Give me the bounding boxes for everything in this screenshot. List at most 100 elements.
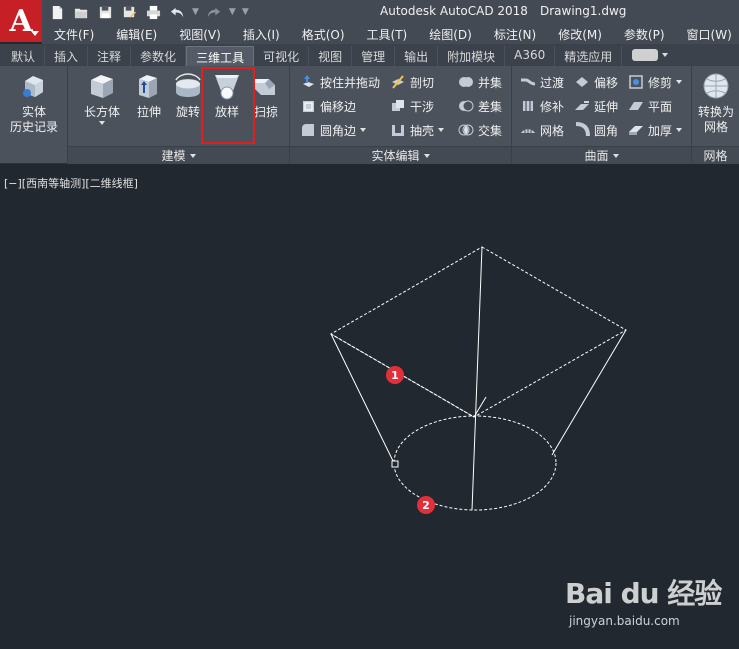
surface-extend-button[interactable]: 延伸 bbox=[574, 96, 618, 116]
tab-featured-apps[interactable]: 精选应用 bbox=[555, 46, 623, 66]
panel-solid-editing: 按住并拖动 偏移边 圆角边 剖切 干涉 抽壳 并集 差集 交集 实体编辑 bbox=[290, 66, 512, 164]
tab-annotate[interactable]: 注释 bbox=[88, 46, 132, 66]
marker-1: 1 bbox=[386, 366, 404, 384]
new-file-icon[interactable] bbox=[48, 3, 66, 21]
solid-editing-panel-label: 实体编辑 bbox=[371, 149, 420, 163]
mesh-panel-label: 网格 bbox=[703, 149, 728, 163]
intersect-button[interactable]: 交集 bbox=[458, 120, 502, 140]
chevron-down-icon[interactable] bbox=[99, 121, 105, 125]
menu-file[interactable]: 文件(F) bbox=[42, 26, 104, 43]
fillet-icon bbox=[574, 122, 590, 138]
application-menu-button[interactable]: A bbox=[0, 0, 42, 42]
open-folder-icon[interactable] bbox=[72, 3, 90, 21]
revolve-button[interactable]: 旋转 bbox=[171, 70, 205, 120]
tab-3d-tools[interactable]: 三维工具 bbox=[186, 46, 255, 66]
loft-edge-right bbox=[551, 329, 627, 456]
box-button[interactable]: 长方体 bbox=[82, 70, 122, 125]
undo-icon[interactable] bbox=[168, 3, 186, 21]
convert-to-mesh-button[interactable]: 转换为 网格 bbox=[694, 70, 738, 135]
grip-point[interactable] bbox=[391, 460, 399, 468]
modeling-panel-label: 建模 bbox=[161, 149, 186, 163]
menu-parametric[interactable]: 参数(P) bbox=[612, 26, 675, 43]
customize-toolbar-icon[interactable]: ▼ bbox=[242, 7, 249, 17]
surface-panel-title[interactable]: 曲面 bbox=[512, 146, 691, 164]
union-icon bbox=[458, 74, 474, 90]
shell-button[interactable]: 抽壳 bbox=[390, 120, 445, 140]
menu-format[interactable]: 格式(O) bbox=[290, 26, 355, 43]
solid-history-button[interactable]: 实体 历史记录 bbox=[10, 70, 58, 135]
offset-edge-icon bbox=[300, 98, 316, 114]
menu-edit[interactable]: 编辑(E) bbox=[104, 26, 167, 43]
fillet-edge-button[interactable]: 圆角边 bbox=[300, 120, 367, 140]
menu-window[interactable]: 窗口(W) bbox=[675, 26, 739, 43]
redo-dropdown-icon[interactable]: ▼ bbox=[229, 7, 236, 17]
tab-default[interactable]: 默认 bbox=[2, 46, 46, 66]
solid-history-label-2: 历史记录 bbox=[10, 120, 59, 134]
chevron-down-icon[interactable] bbox=[360, 128, 367, 132]
save-icon[interactable] bbox=[96, 3, 114, 21]
menu-draw[interactable]: 绘图(D) bbox=[417, 26, 482, 43]
solid-history-icon bbox=[18, 70, 50, 102]
surface-thicken-button[interactable]: 加厚 bbox=[628, 120, 683, 140]
extrude-label: 拉伸 bbox=[136, 105, 161, 119]
extend-icon bbox=[574, 98, 590, 114]
tab-view[interactable]: 视图 bbox=[309, 46, 353, 66]
chevron-down-icon[interactable] bbox=[676, 128, 683, 132]
tab-manage[interactable]: 管理 bbox=[352, 46, 396, 66]
offset-edge-button[interactable]: 偏移边 bbox=[300, 96, 356, 116]
chevron-down-icon[interactable] bbox=[438, 128, 445, 132]
ribbon-display-toggle-icon[interactable] bbox=[632, 48, 659, 61]
fillet-edge-icon bbox=[300, 122, 316, 138]
extrude-icon bbox=[133, 70, 165, 102]
surface-patch-button[interactable]: 修补 bbox=[520, 96, 564, 116]
tab-addins[interactable]: 附加模块 bbox=[438, 46, 506, 66]
chevron-down-icon bbox=[612, 153, 619, 158]
solid-editing-panel-title[interactable]: 实体编辑 bbox=[290, 146, 511, 164]
surface-offset-button[interactable]: 偏移 bbox=[574, 72, 618, 92]
surface-planar-button[interactable]: 平面 bbox=[628, 96, 672, 116]
chevron-down-icon[interactable] bbox=[662, 53, 669, 57]
surface-blend-button[interactable]: 过渡 bbox=[520, 72, 564, 92]
watermark-logo: Bai du 经验 bbox=[565, 577, 722, 610]
menu-tools[interactable]: 工具(T) bbox=[355, 26, 418, 43]
chevron-down-icon[interactable] bbox=[676, 80, 683, 84]
offset-icon bbox=[574, 74, 590, 90]
network-icon bbox=[520, 122, 536, 138]
mesh-sphere-icon bbox=[700, 70, 732, 102]
menu-insert[interactable]: 插入(I) bbox=[231, 26, 290, 43]
presspull-button[interactable]: 按住并拖动 bbox=[300, 72, 380, 92]
modeling-panel-title[interactable]: 建模 bbox=[68, 146, 289, 164]
extrude-button[interactable]: 拉伸 bbox=[132, 70, 166, 120]
slice-button[interactable]: 剖切 bbox=[390, 72, 434, 92]
print-icon[interactable] bbox=[144, 3, 162, 21]
subtract-button[interactable]: 差集 bbox=[458, 96, 502, 116]
loft-button[interactable]: 放样 bbox=[209, 70, 245, 120]
menu-bar: 文件(F) 编辑(E) 视图(V) 插入(I) 格式(O) 工具(T) 绘图(D… bbox=[42, 24, 739, 44]
mesh-panel-title: 网格 bbox=[692, 146, 739, 164]
tab-insert[interactable]: 插入 bbox=[45, 46, 89, 66]
surface-trim-button[interactable]: 修剪 bbox=[628, 72, 683, 92]
intersect-icon bbox=[458, 122, 474, 138]
surface-panel-label: 曲面 bbox=[584, 149, 609, 163]
union-button[interactable]: 并集 bbox=[458, 72, 502, 92]
surface-network-button[interactable]: 网格 bbox=[520, 120, 564, 140]
tab-visualize[interactable]: 可视化 bbox=[254, 46, 310, 66]
quick-access-toolbar: ▼ ▼ ▼ bbox=[48, 2, 249, 22]
menu-modify[interactable]: 修改(M) bbox=[546, 26, 612, 43]
title-bar: ▼ ▼ ▼ Autodesk AutoCAD 2018 Drawing1.dwg bbox=[0, 0, 739, 24]
menu-view[interactable]: 视图(V) bbox=[167, 26, 231, 43]
tab-a360[interactable]: A360 bbox=[505, 46, 556, 66]
menu-dimension[interactable]: 标注(N) bbox=[482, 26, 546, 43]
loft-icon bbox=[211, 70, 243, 102]
tab-output[interactable]: 输出 bbox=[395, 46, 439, 66]
tab-parametric[interactable]: 参数化 bbox=[131, 46, 187, 66]
save-as-icon[interactable] bbox=[120, 3, 138, 21]
sweep-button[interactable]: 扫掠 bbox=[248, 70, 284, 120]
surface-fillet-button[interactable]: 圆角 bbox=[574, 120, 618, 140]
undo-dropdown-icon[interactable]: ▼ bbox=[192, 7, 199, 17]
sweep-label: 扫掠 bbox=[253, 105, 278, 119]
patch-icon bbox=[520, 98, 536, 114]
planar-icon bbox=[628, 98, 644, 114]
interfere-button[interactable]: 干涉 bbox=[390, 96, 434, 116]
redo-icon[interactable] bbox=[205, 3, 223, 21]
